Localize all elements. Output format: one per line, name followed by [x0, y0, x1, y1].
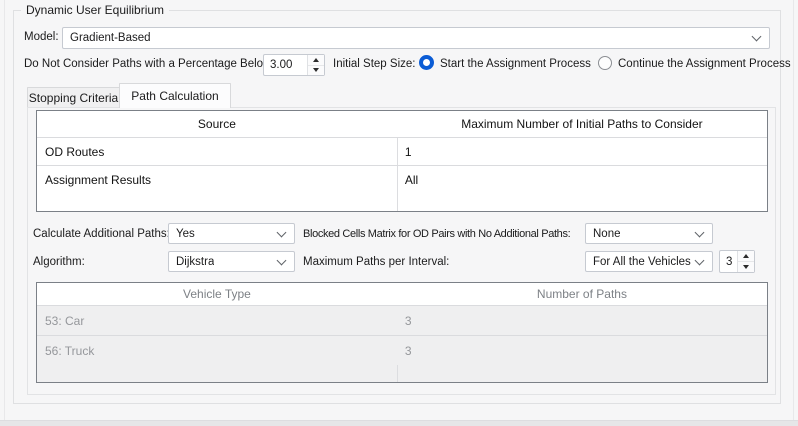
header-max-initial-paths: Maximum Number of Initial Paths to Consi…: [397, 111, 767, 137]
table-row[interactable]: 53: Car 3: [37, 305, 767, 335]
model-combobox-value: Gradient-Based: [70, 32, 151, 44]
percentage-spinbox-value: 3.00: [264, 55, 307, 75]
dialog-left-edge: [4, 0, 5, 425]
initial-step-size-label: Initial Step Size:: [333, 58, 415, 70]
header-vehicle-type: Vehicle Type: [37, 283, 397, 305]
cell-vehicle-type[interactable]: 53: Car: [37, 306, 397, 335]
model-label: Model:: [24, 31, 59, 43]
dialog-right-edge: [793, 0, 794, 425]
cell-vehicle-type[interactable]: 56: Truck: [37, 336, 397, 365]
cell-max-paths[interactable]: All: [397, 166, 767, 193]
header-number-of-paths: Number of Paths: [397, 283, 767, 305]
initial-paths-source-table: Source Maximum Number of Initial Paths t…: [36, 110, 768, 212]
model-combobox[interactable]: Gradient-Based: [62, 27, 770, 49]
header-source: Source: [37, 111, 397, 137]
table-header-row: Source Maximum Number of Initial Paths t…: [37, 111, 767, 137]
cell-max-paths[interactable]: 1: [397, 138, 767, 165]
radio-start-assignment[interactable]: [419, 55, 434, 70]
radio-continue-assignment[interactable]: [598, 56, 612, 70]
groupbox-title: Dynamic User Equilibrium: [21, 3, 169, 17]
table-row[interactable]: OD Routes 1: [37, 137, 767, 165]
percentage-spin-buttons: [307, 55, 324, 75]
cell-source[interactable]: OD Routes: [37, 138, 397, 165]
tab-path-calculation[interactable]: Path Calculation: [119, 83, 231, 108]
chevron-down-icon: [752, 32, 762, 42]
radio-continue-assignment-label[interactable]: Continue the Assignment Process: [618, 58, 791, 70]
vehicle-paths-table: Vehicle Type Number of Paths 53: Car 3 5…: [36, 282, 768, 383]
cell-source[interactable]: Assignment Results: [37, 166, 397, 193]
radio-start-assignment-label[interactable]: Start the Assignment Process: [440, 58, 591, 70]
tab-stopping-criteria[interactable]: Stopping Criteria: [27, 87, 120, 108]
spin-down-icon[interactable]: [308, 66, 324, 76]
spin-up-icon[interactable]: [308, 55, 324, 66]
table-header-row: Vehicle Type Number of Paths: [37, 283, 767, 305]
table-row[interactable]: Assignment Results All: [37, 165, 767, 193]
table-row[interactable]: 56: Truck 3: [37, 335, 767, 365]
cell-number-of-paths[interactable]: 3: [397, 306, 767, 335]
dialog-bottom-edge: [0, 420, 798, 426]
cell-number-of-paths[interactable]: 3: [397, 336, 767, 365]
percentage-label: Do Not Consider Paths with a Percentage …: [24, 58, 275, 70]
percentage-spinbox[interactable]: 3.00: [263, 54, 325, 76]
